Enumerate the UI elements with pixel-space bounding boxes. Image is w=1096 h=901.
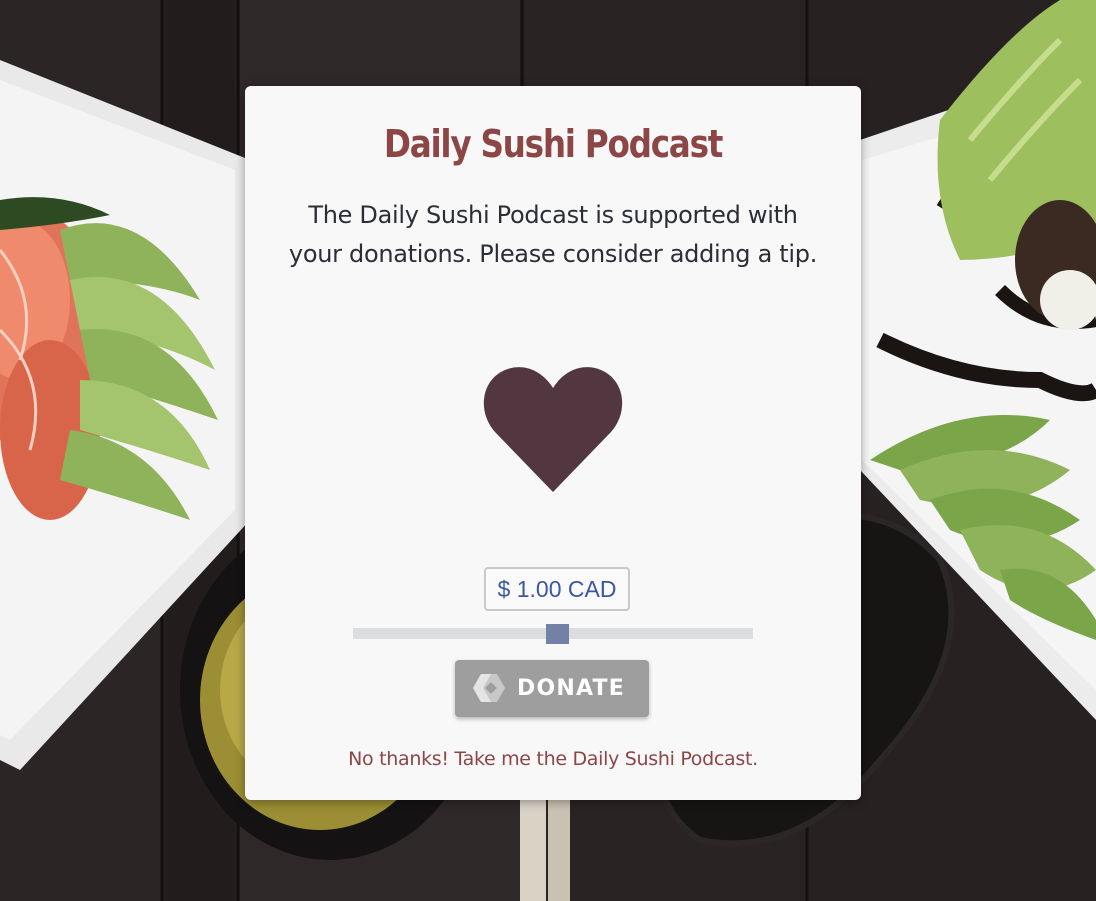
dialog-title: Daily Sushi Podcast [383,122,723,166]
no-thanks-link[interactable]: No thanks! Take me the Daily Sushi Podca… [245,744,861,774]
donate-button[interactable]: DONATE [455,660,649,717]
kofi-diamond-icon [473,674,505,702]
donation-amount-display: $ 1.00 CAD [484,567,630,611]
donation-slider-handle[interactable] [545,624,569,644]
donate-button-label: DONATE [517,676,625,701]
donation-dialog: Daily Sushi Podcast The Daily Sushi Podc… [245,86,861,800]
heart-icon [483,367,623,492]
page-background: Daily Sushi Podcast The Daily Sushi Podc… [0,0,1096,901]
dialog-description: The Daily Sushi Podcast is supported wit… [288,201,818,268]
